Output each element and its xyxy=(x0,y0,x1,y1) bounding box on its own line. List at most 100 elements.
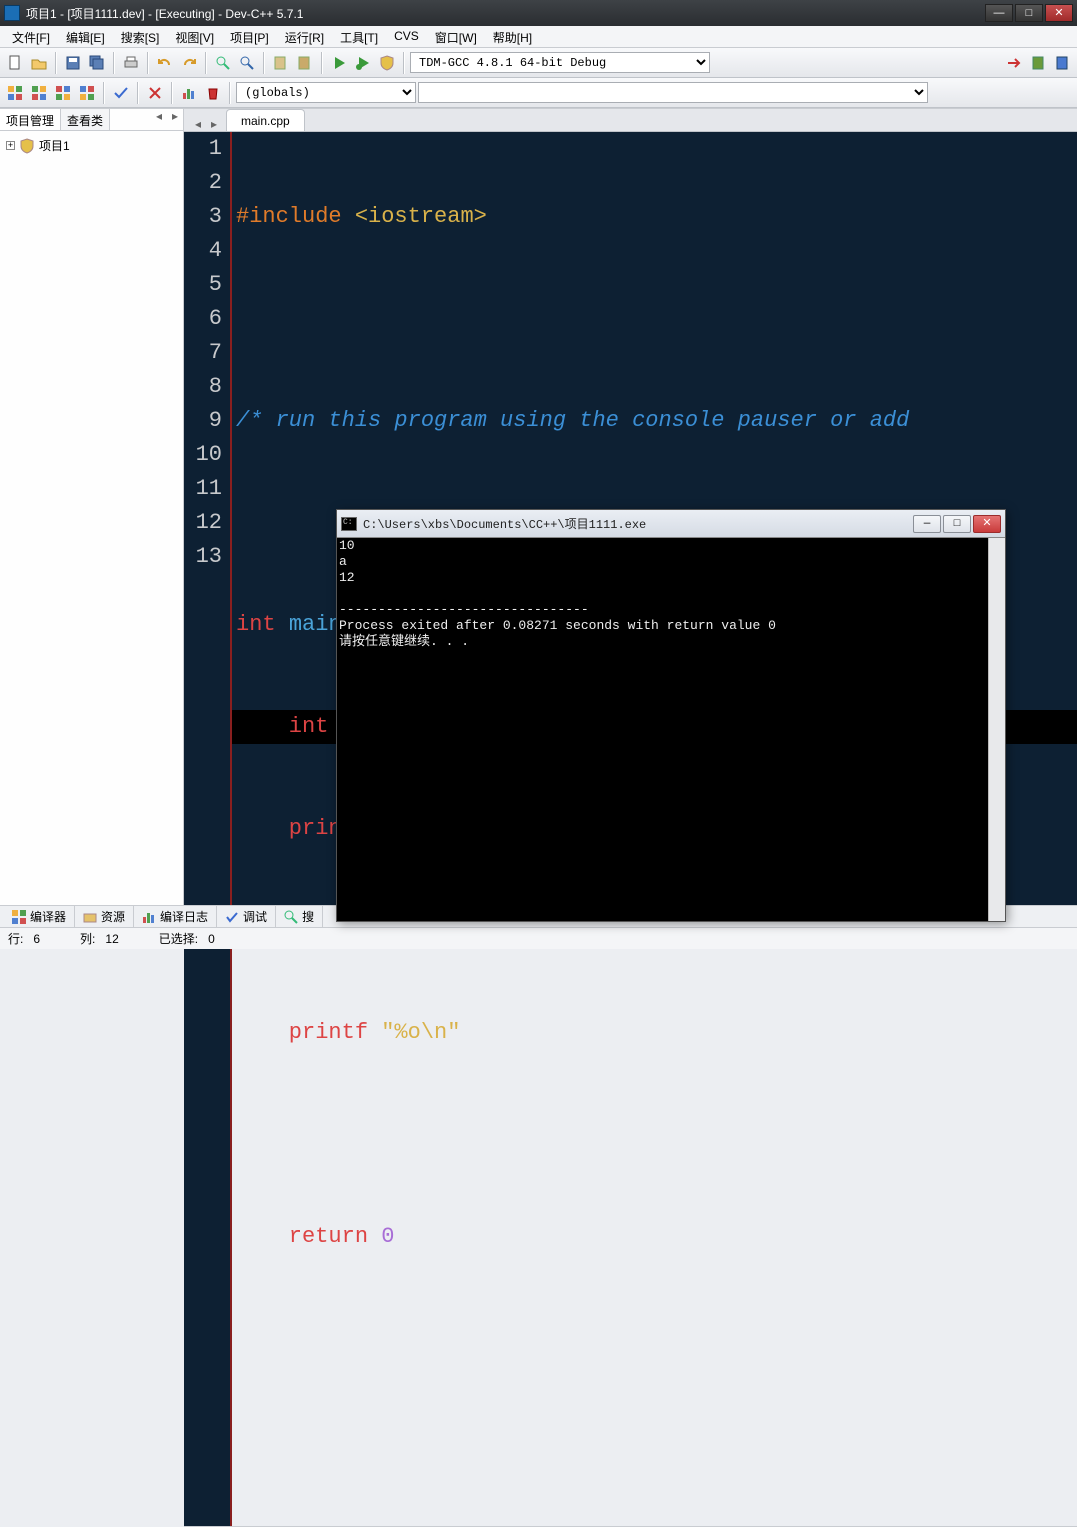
sidebar-tab-classes[interactable]: 查看类 xyxy=(61,109,110,130)
rebuild-button[interactable] xyxy=(352,52,374,74)
search-icon xyxy=(215,55,231,71)
status-sel-label: 已选择: xyxy=(159,932,198,946)
file-tabs: ◂ ▸ main.cpp xyxy=(184,109,1077,132)
search-icon xyxy=(284,910,298,924)
save-all-icon xyxy=(89,55,105,71)
console-window[interactable]: C:\Users\xbs\Documents\CC++\项目1111.exe —… xyxy=(336,509,1006,922)
sidebar: 项目管理 查看类 ◂ ▸ + 项目1 xyxy=(0,109,184,905)
menu-file[interactable]: 文件[F] xyxy=(4,26,58,47)
console-scrollbar[interactable] xyxy=(988,538,1005,921)
shield-icon xyxy=(19,138,35,154)
members-combo[interactable] xyxy=(418,82,928,103)
scope-combo[interactable]: (globals) xyxy=(236,82,416,103)
status-col: 12 xyxy=(105,932,118,946)
check-button[interactable] xyxy=(110,82,132,104)
insert-button[interactable] xyxy=(1051,52,1073,74)
compile-run-button[interactable] xyxy=(328,52,350,74)
file-tab-prev[interactable]: ◂ xyxy=(190,117,206,131)
tab-resources[interactable]: 资源 xyxy=(75,906,134,927)
console-close-button[interactable]: ✕ xyxy=(973,515,1001,533)
new-file-icon xyxy=(7,55,23,71)
file-tab-main[interactable]: main.cpp xyxy=(226,109,305,131)
menu-project[interactable]: 项目[P] xyxy=(222,26,277,47)
console-output[interactable]: 10 a 12 --------------------------------… xyxy=(337,538,988,921)
console-minimize-button[interactable]: — xyxy=(913,515,941,533)
folder-open-icon xyxy=(31,55,47,71)
save-icon xyxy=(65,55,81,71)
rebuild-icon xyxy=(355,55,371,71)
x-icon xyxy=(147,85,163,101)
open-button[interactable] xyxy=(28,52,50,74)
menu-cvs[interactable]: CVS xyxy=(386,26,427,47)
insert-icon xyxy=(1054,55,1070,71)
run-icon xyxy=(297,55,313,71)
trash-icon xyxy=(205,85,221,101)
grid4-button[interactable] xyxy=(76,82,98,104)
menu-search[interactable]: 搜索[S] xyxy=(113,26,168,47)
tree-expand-toggle[interactable]: + xyxy=(6,141,15,150)
close-button[interactable]: ✕ xyxy=(1045,4,1073,22)
line-gutter: 12345678910111213 xyxy=(184,132,232,1526)
compile-button[interactable] xyxy=(270,52,292,74)
status-row: 6 xyxy=(33,932,40,946)
goto-button[interactable] xyxy=(1003,52,1025,74)
run-button[interactable] xyxy=(294,52,316,74)
project-name: 项目1 xyxy=(39,137,70,154)
save-button[interactable] xyxy=(62,52,84,74)
bookmark-button[interactable] xyxy=(1027,52,1049,74)
grid-icon xyxy=(12,910,26,924)
maximize-button[interactable]: □ xyxy=(1015,4,1043,22)
status-row-label: 行: xyxy=(8,932,23,946)
compiler-combo[interactable]: TDM-GCC 4.8.1 64-bit Debug xyxy=(410,52,710,73)
sidebar-tab-project[interactable]: 项目管理 xyxy=(0,109,61,130)
play-icon xyxy=(331,55,347,71)
redo-icon xyxy=(181,55,197,71)
minimize-button[interactable]: — xyxy=(985,4,1013,22)
tab-search-results[interactable]: 搜 xyxy=(276,906,323,927)
tab-debug[interactable]: 调试 xyxy=(217,906,276,927)
menu-tools[interactable]: 工具[T] xyxy=(332,26,386,47)
titlebar: 项目1 - [项目1111.dev] - [Executing] - Dev-C… xyxy=(0,0,1077,26)
cancel-button[interactable] xyxy=(144,82,166,104)
new-file-button[interactable] xyxy=(4,52,26,74)
replace-button[interactable] xyxy=(236,52,258,74)
replace-icon xyxy=(239,55,255,71)
menu-view[interactable]: 视图[V] xyxy=(167,26,222,47)
menubar: 文件[F] 编辑[E] 搜索[S] 视图[V] 项目[P] 运行[R] 工具[T… xyxy=(0,26,1077,48)
tab-compile-log[interactable]: 编译日志 xyxy=(134,906,217,927)
compile-icon xyxy=(273,55,289,71)
menu-help[interactable]: 帮助[H] xyxy=(485,26,540,47)
undo-button[interactable] xyxy=(154,52,176,74)
find-button[interactable] xyxy=(212,52,234,74)
grid-icon xyxy=(7,85,23,101)
grid-icon xyxy=(79,85,95,101)
save-all-button[interactable] xyxy=(86,52,108,74)
project-tree[interactable]: + 项目1 xyxy=(0,131,183,905)
file-tab-next[interactable]: ▸ xyxy=(206,117,222,131)
tab-prev-button[interactable]: ◂ xyxy=(151,109,167,130)
tab-compiler[interactable]: 编译器 xyxy=(4,906,75,927)
console-titlebar[interactable]: C:\Users\xbs\Documents\CC++\项目1111.exe —… xyxy=(337,510,1005,538)
menu-window[interactable]: 窗口[W] xyxy=(427,26,485,47)
print-button[interactable] xyxy=(120,52,142,74)
tab-next-button[interactable]: ▸ xyxy=(167,109,183,130)
arrow-right-icon xyxy=(1006,55,1022,71)
console-icon xyxy=(341,517,357,531)
redo-button[interactable] xyxy=(178,52,200,74)
menu-edit[interactable]: 编辑[E] xyxy=(58,26,113,47)
console-maximize-button[interactable]: □ xyxy=(943,515,971,533)
grid2b-button[interactable] xyxy=(28,82,50,104)
check-icon xyxy=(113,85,129,101)
statusbar: 行: 6 列: 12 已选择: 0 xyxy=(0,927,1077,949)
profile-button[interactable] xyxy=(178,82,200,104)
folder-icon xyxy=(83,910,97,924)
grid3-button[interactable] xyxy=(52,82,74,104)
debug-button[interactable] xyxy=(376,52,398,74)
trash-button[interactable] xyxy=(202,82,224,104)
window-title: 项目1 - [项目1111.dev] - [Executing] - Dev-C… xyxy=(26,5,983,22)
printer-icon xyxy=(123,55,139,71)
grid2-button[interactable] xyxy=(4,82,26,104)
tree-project-root[interactable]: + 项目1 xyxy=(4,135,179,156)
menu-run[interactable]: 运行[R] xyxy=(277,26,332,47)
status-col-label: 列: xyxy=(80,932,95,946)
